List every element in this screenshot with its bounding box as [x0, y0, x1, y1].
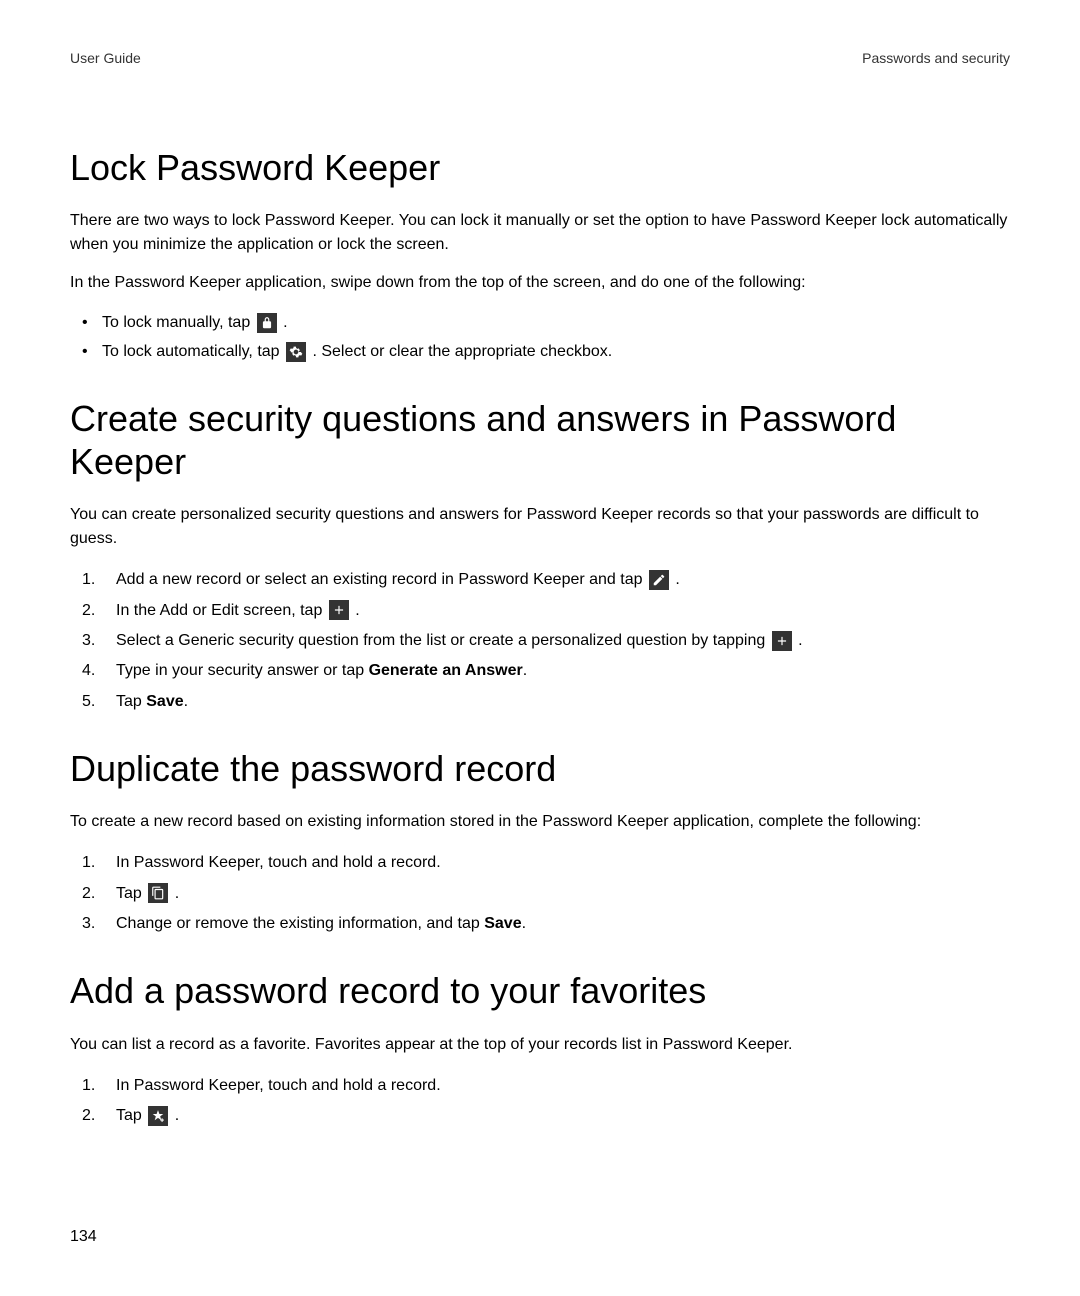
page-header: User Guide Passwords and security [70, 50, 1010, 66]
section1-bullet2: To lock automatically, tap . Select or c… [88, 338, 1010, 367]
section4-title: Add a password record to your favorites [70, 969, 1010, 1012]
plus-icon [772, 631, 792, 651]
page-number: 134 [70, 1228, 97, 1246]
section4-step2: Tap . [82, 1101, 1010, 1131]
text-fragment: . [675, 571, 679, 588]
document-page: User Guide Passwords and security Lock P… [0, 0, 1080, 1201]
section1-bullet1: To lock manually, tap . [88, 309, 1010, 338]
section3-title: Duplicate the password record [70, 747, 1010, 790]
section3-steps: In Password Keeper, touch and hold a rec… [70, 848, 1010, 939]
section4-paragraph1: You can list a record as a favorite. Fav… [70, 1033, 1010, 1057]
bold-text: Generate an Answer [369, 662, 523, 679]
text-fragment: . [523, 662, 527, 679]
section2-step1: Add a new record or select an existing r… [82, 565, 1010, 595]
text-fragment: To lock manually, tap [102, 314, 255, 331]
section1-bullets: To lock manually, tap . To lock automati… [70, 309, 1010, 367]
text-fragment: In the Add or Edit screen, tap [116, 602, 327, 619]
section2-steps: Add a new record or select an existing r… [70, 565, 1010, 717]
edit-icon [649, 570, 669, 590]
section1-paragraph2: In the Password Keeper application, swip… [70, 271, 1010, 295]
section3-step1: In Password Keeper, touch and hold a rec… [82, 848, 1010, 878]
section4-step1: In Password Keeper, touch and hold a rec… [82, 1071, 1010, 1101]
gear-icon [286, 342, 306, 362]
text-fragment: . [798, 632, 802, 649]
section3-step3: Change or remove the existing informatio… [82, 909, 1010, 939]
section4-steps: In Password Keeper, touch and hold a rec… [70, 1071, 1010, 1132]
text-fragment: . [522, 915, 526, 932]
star-add-icon [148, 1106, 168, 1126]
section1-paragraph1: There are two ways to lock Password Keep… [70, 209, 1010, 257]
section1-title: Lock Password Keeper [70, 146, 1010, 189]
text-fragment: . [175, 885, 179, 902]
text-fragment: Add a new record or select an existing r… [116, 571, 647, 588]
text-fragment: Tap [116, 885, 146, 902]
header-right: Passwords and security [862, 50, 1010, 66]
text-fragment: Change or remove the existing informatio… [116, 915, 484, 932]
text-fragment: . [175, 1107, 179, 1124]
text-fragment: . [283, 314, 287, 331]
section3-step2: Tap . [82, 879, 1010, 909]
section2-paragraph1: You can create personalized security que… [70, 503, 1010, 551]
section3-paragraph1: To create a new record based on existing… [70, 810, 1010, 834]
text-fragment: Select a Generic security question from … [116, 632, 770, 649]
text-fragment: . Select or clear the appropriate checkb… [312, 343, 612, 360]
lock-icon [257, 313, 277, 333]
section2-step2: In the Add or Edit screen, tap . [82, 596, 1010, 626]
header-left: User Guide [70, 50, 141, 66]
section2-step3: Select a Generic security question from … [82, 626, 1010, 656]
bold-text: Save [484, 915, 521, 932]
text-fragment: . [184, 693, 188, 710]
section2-title: Create security questions and answers in… [70, 397, 1010, 483]
section2-step5: Tap Save. [82, 687, 1010, 717]
text-fragment: . [355, 602, 359, 619]
copy-icon [148, 883, 168, 903]
bold-text: Save [146, 693, 183, 710]
text-fragment: Type in your security answer or tap [116, 662, 369, 679]
text-fragment: To lock automatically, tap [102, 343, 284, 360]
plus-icon [329, 600, 349, 620]
section2-step4: Type in your security answer or tap Gene… [82, 656, 1010, 686]
text-fragment: Tap [116, 1107, 146, 1124]
text-fragment: Tap [116, 693, 146, 710]
